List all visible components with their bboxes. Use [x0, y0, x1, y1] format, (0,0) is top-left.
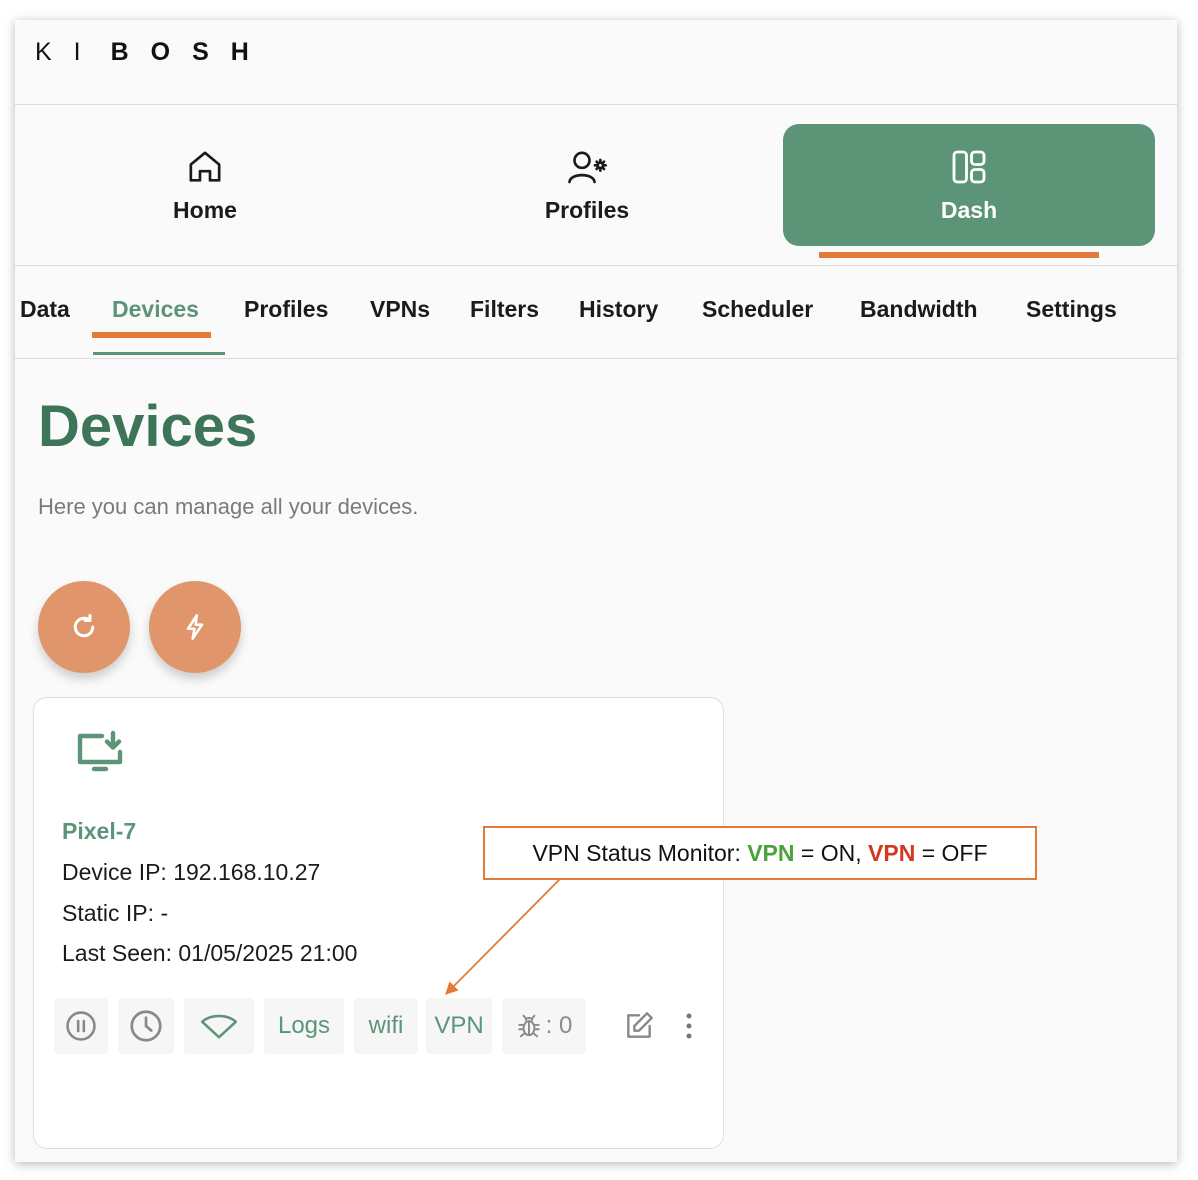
subtab-active-underline	[93, 352, 225, 355]
lightning-icon	[186, 614, 204, 640]
callout-vpn-off-word: VPN	[868, 839, 916, 866]
nav-home[interactable]: Home	[19, 124, 391, 246]
callout-on-text: = ON,	[800, 839, 862, 866]
top-bar: KI BOSH	[15, 20, 1177, 105]
page-subtitle: Here you can manage all your devices.	[38, 494, 419, 519]
static-ip-row: Static IP: -	[62, 900, 168, 927]
kebab-menu-icon	[686, 1013, 692, 1039]
vpn-shield-button[interactable]	[184, 998, 254, 1054]
sub-nav: Data Devices Profiles VPNs Filters Histo…	[15, 266, 1177, 359]
subtab-bandwidth[interactable]: Bandwidth	[860, 296, 978, 323]
subtab-profiles[interactable]: Profiles	[244, 296, 328, 323]
subtab-vpns[interactable]: VPNs	[370, 296, 430, 323]
subtab-scheduler[interactable]: Scheduler	[702, 296, 813, 323]
last-seen-row: Last Seen: 01/05/2025 21:00	[62, 940, 357, 967]
static-ip-label: Static IP:	[62, 900, 155, 926]
device-ip-label: Device IP:	[62, 859, 167, 885]
bug-count: : 0	[545, 1012, 573, 1039]
device-ip-row: Device IP: 192.168.10.27	[62, 859, 320, 886]
user-gear-icon	[568, 151, 608, 183]
wifi-button[interactable]: wifi	[354, 998, 418, 1054]
pause-button[interactable]	[54, 998, 108, 1054]
logs-button[interactable]: Logs	[264, 998, 344, 1054]
nav-active-underline	[819, 252, 1099, 258]
clock-icon	[130, 1010, 162, 1042]
subtab-filters[interactable]: Filters	[470, 296, 539, 323]
home-icon	[189, 151, 221, 182]
page-title: Devices	[38, 394, 258, 459]
nav-dash-label: Dash	[940, 196, 998, 223]
dashboard-grid-icon	[952, 150, 986, 183]
pause-icon	[66, 1011, 96, 1041]
vpn-button[interactable]: VPN	[426, 998, 492, 1054]
last-seen-value: 01/05/2025 21:00	[178, 940, 358, 966]
callout-prefix: VPN Status Monitor:	[532, 839, 741, 866]
nav-dash[interactable]: Dash	[783, 124, 1155, 246]
bug-button[interactable]: : 0	[502, 998, 586, 1054]
device-name[interactable]: Pixel-7	[62, 818, 136, 845]
device-card: Pixel-7 Device IP: 192.168.10.27 Static …	[33, 697, 724, 1149]
nav-profiles[interactable]: Profiles	[401, 124, 773, 246]
subtab-settings[interactable]: Settings	[1026, 296, 1117, 323]
logo-bold-text: BOSH	[110, 37, 271, 66]
wifi-diamond-icon	[200, 1014, 238, 1039]
nav-home-label: Home	[173, 196, 237, 223]
callout-off-text: = OFF	[921, 839, 988, 866]
subtab-data[interactable]: Data	[20, 296, 70, 323]
refresh-button[interactable]	[38, 581, 130, 673]
last-seen-label: Last Seen:	[62, 940, 172, 966]
nav-profiles-label: Profiles	[544, 196, 630, 223]
monitor-download-icon	[77, 730, 123, 772]
bug-icon	[517, 1014, 540, 1038]
device-ip-value: 192.168.10.27	[173, 859, 321, 885]
lightning-button[interactable]	[149, 581, 241, 673]
more-options-button[interactable]	[674, 998, 704, 1054]
logo-light-text: KI	[35, 37, 103, 66]
static-ip-value: -	[160, 900, 169, 926]
edit-button[interactable]	[618, 998, 660, 1054]
subtab-history[interactable]: History	[579, 296, 658, 323]
subtab-devices[interactable]: Devices	[112, 296, 199, 323]
subtab-active-indicator	[92, 332, 211, 338]
kibosh-logo[interactable]: KI BOSH	[35, 37, 271, 67]
callout-vpn-on-word: VPN	[747, 839, 795, 866]
vpn-status-callout: VPN Status Monitor: VPN = ON, VPN = OFF	[483, 826, 1037, 880]
app-window: KI BOSH Home Profiles Dash Data Devices …	[15, 20, 1177, 1162]
edit-icon	[627, 1012, 653, 1038]
device-actions: Logs wifi VPN : 0	[54, 998, 704, 1054]
main-nav: Home Profiles Dash	[15, 105, 1177, 266]
schedule-button[interactable]	[118, 998, 174, 1054]
refresh-icon	[73, 614, 95, 638]
